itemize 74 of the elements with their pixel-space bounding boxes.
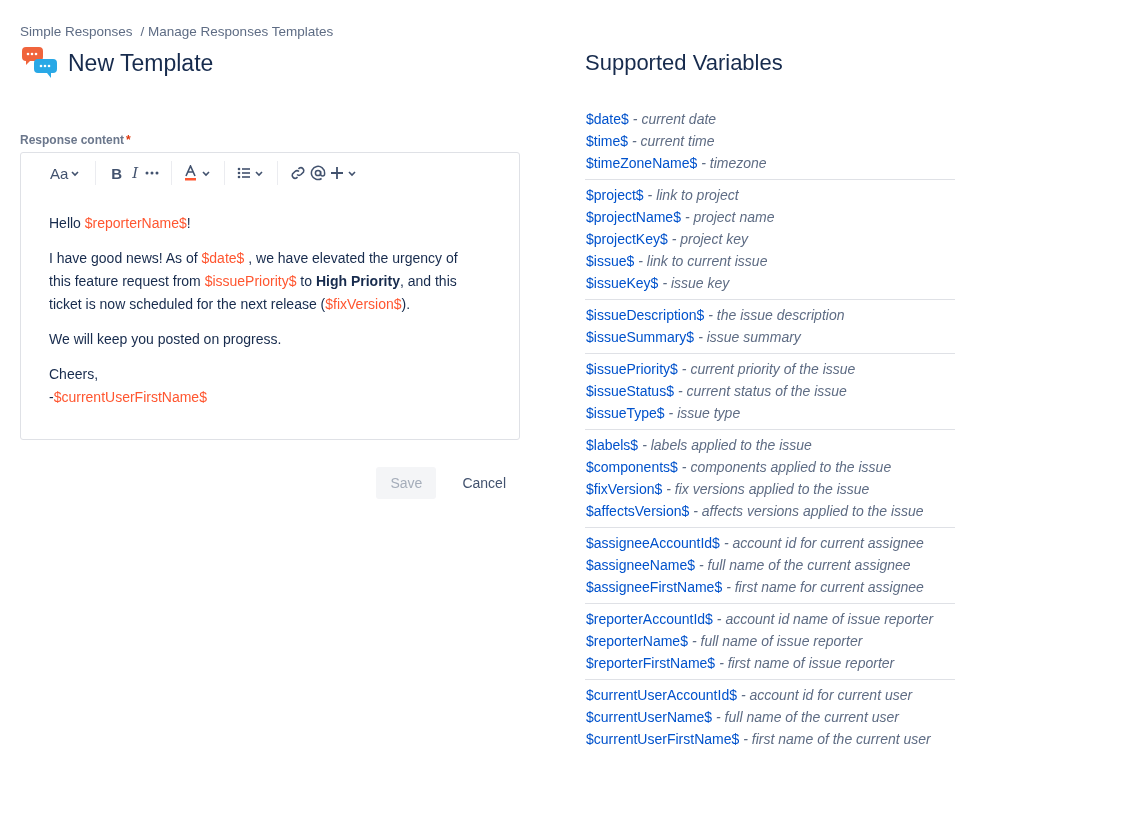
variable-name: $project$: [586, 186, 644, 205]
variable-description: - labels applied to the issue: [642, 436, 812, 455]
variable-description: - project name: [684, 208, 775, 227]
variable-description: - fix versions applied to the issue: [666, 480, 870, 499]
breadcrumb-link[interactable]: / Manage Responses Templates: [140, 24, 334, 39]
editor-paragraph: Hello $reporterName$!: [49, 214, 192, 233]
mention-icon[interactable]: [310, 165, 327, 181]
variable-name: $issue$: [586, 252, 635, 271]
variable-description: - current status of the issue: [677, 382, 847, 401]
variable-name: $issueSummary$: [586, 328, 695, 347]
variable-name: $assigneeName$: [586, 556, 695, 575]
variable-name: $components$: [586, 458, 678, 477]
variable-description: - account id for current user: [740, 686, 913, 705]
variable-name: $timeZoneName$: [586, 154, 698, 173]
section-title: Supported Variables: [585, 50, 784, 76]
variable-description: - timezone: [701, 154, 767, 173]
variable-description: - the issue description: [708, 306, 845, 325]
caret-icon: [70, 168, 81, 178]
variable-description: - current priority of the issue: [681, 360, 856, 379]
italic-button[interactable]: I: [129, 162, 142, 184]
variable-description: - full name of the current assignee: [698, 556, 911, 575]
rich-text-editor[interactable]: [20, 152, 520, 440]
variable-description: - account id for current assignee: [723, 534, 924, 553]
variable-name: $reporterFirstName$: [586, 654, 716, 673]
variable-description: - affects versions applied to the issue: [693, 502, 924, 521]
variable-name: $date$: [586, 110, 629, 129]
bold-button[interactable]: B: [108, 162, 126, 184]
page-title: New Template: [68, 49, 214, 77]
variable-name: $issueStatus$: [586, 382, 674, 401]
variable-name: $labels$: [586, 436, 639, 455]
required-mark: *: [126, 133, 131, 147]
variable-name: $reporterAccountId$: [586, 610, 713, 629]
variable-description: - link to project: [647, 186, 739, 205]
variable-name: $issueKey$: [586, 274, 659, 293]
variable-description: - components applied to the issue: [681, 458, 892, 477]
bullet-list-icon[interactable]: [237, 167, 266, 179]
breadcrumb-link[interactable]: Simple Responses: [20, 24, 133, 39]
variable-name: $affectsVersion$: [586, 502, 690, 521]
variable-description: - full name of issue reporter: [691, 632, 863, 651]
editor-paragraph: We will keep you posted on progress.: [49, 330, 283, 349]
variable-description: - first name of the current user: [743, 730, 931, 749]
variable-name: $assigneeFirstName$: [586, 578, 723, 597]
variable-description: - issue key: [662, 274, 730, 293]
variable-name: $issuePriority$: [586, 360, 678, 379]
editor-paragraph: I have good news! As of $date$ , we have elevated the urgency of this feature request from $issuePriority$ to High Priority, and this ticket is now scheduled for the next release ($fixVersion$).: [49, 249, 459, 314]
variable-description: - project key: [671, 230, 748, 249]
variable-name: $currentUserName$: [586, 708, 713, 727]
variable-name: $issueType$: [586, 404, 665, 423]
variable-name: $assigneeAccountId$: [586, 534, 720, 553]
cancel-button[interactable]: Cancel: [448, 467, 520, 499]
variable-description: - issue summary: [698, 328, 801, 347]
variable-description: - first name for current assignee: [726, 578, 924, 597]
variable-description: - current date: [632, 110, 717, 129]
variable-name: $currentUserFirstName$: [586, 730, 740, 749]
text-color-icon[interactable]: [184, 165, 213, 181]
variable-name: $issueDescription$: [586, 306, 705, 325]
variable-name: $reporterName$: [586, 632, 688, 651]
variable-description: - full name of the current user: [716, 708, 899, 727]
field-label: Response content: [20, 133, 124, 147]
editor-paragraph: Cheers, -$currentUserFirstName$: [49, 365, 208, 407]
variable-description: - link to current issue: [638, 252, 768, 271]
variable-name: $currentUserAccountId$: [586, 686, 737, 705]
variable-description: - issue type: [668, 404, 741, 423]
variable-name: $projectName$: [586, 208, 681, 227]
variable-name: $fixVersion$: [586, 480, 663, 499]
variable-description: - first name of issue reporter: [719, 654, 895, 673]
variable-name: $time$: [586, 132, 629, 151]
insert-icon[interactable]: [330, 166, 359, 180]
variable-name: $projectKey$: [586, 230, 668, 249]
text-style-button[interactable]: Aa: [47, 162, 84, 184]
variable-description: - current time: [632, 132, 715, 151]
more-icon[interactable]: [145, 171, 160, 175]
link-icon[interactable]: [290, 165, 307, 181]
variable-description: - account id name of issue reporter: [716, 610, 934, 629]
